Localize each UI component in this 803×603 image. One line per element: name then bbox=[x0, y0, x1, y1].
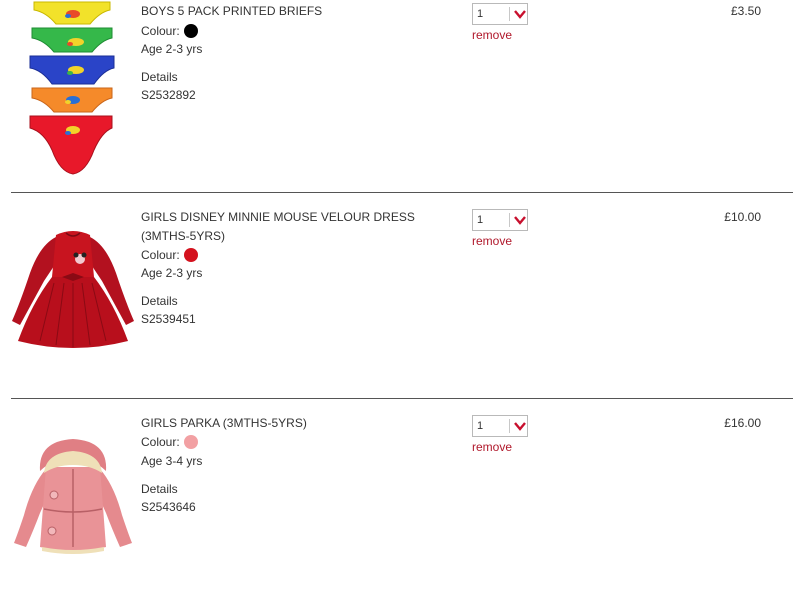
item-price: £3.50 bbox=[730, 4, 761, 18]
colour-line: Colour: bbox=[141, 246, 198, 264]
colour-label: Colour: bbox=[141, 435, 180, 449]
select-separator bbox=[509, 213, 510, 227]
colour-swatch bbox=[183, 435, 198, 449]
details-label: Details bbox=[141, 294, 178, 308]
product-image-parka[interactable] bbox=[10, 435, 136, 559]
colour-swatch bbox=[183, 24, 198, 38]
product-name[interactable]: GIRLS PARKA (3MTHS-5YRS) bbox=[141, 414, 451, 433]
quantity-value: 1 bbox=[477, 8, 484, 20]
details-label: Details bbox=[141, 70, 178, 84]
product-image-dress[interactable] bbox=[10, 223, 136, 353]
colour-label: Colour: bbox=[141, 248, 180, 262]
product-sku: S2539451 bbox=[141, 312, 196, 326]
product-sku: S2532892 bbox=[141, 88, 196, 102]
quantity-select[interactable]: 1 bbox=[472, 209, 528, 231]
age-line: Age 2-3 yrs bbox=[141, 266, 203, 280]
product-sku: S2543646 bbox=[141, 500, 196, 514]
basket-item: GIRLS DISNEY MINNIE MOUSE VELOUR DRESS (… bbox=[0, 193, 803, 398]
remove-link[interactable]: remove bbox=[472, 28, 512, 42]
quantity-select[interactable]: 1 bbox=[472, 3, 528, 25]
age-line: Age 3-4 yrs bbox=[141, 454, 203, 468]
product-name[interactable]: GIRLS DISNEY MINNIE MOUSE VELOUR DRESS (… bbox=[141, 208, 451, 246]
chevron-down-icon bbox=[514, 422, 526, 431]
details-label: Details bbox=[141, 482, 178, 496]
product-image-briefs[interactable] bbox=[10, 0, 136, 180]
product-name[interactable]: BOYS 5 PACK PRINTED BRIEFS bbox=[141, 2, 451, 21]
chevron-down-icon bbox=[514, 10, 526, 19]
item-price: £16.00 bbox=[724, 416, 761, 430]
colour-label: Colour: bbox=[141, 24, 180, 38]
basket-item: BOYS 5 PACK PRINTED BRIEFS Colour: Age 2… bbox=[0, 0, 803, 192]
quantity-value: 1 bbox=[477, 420, 484, 432]
colour-swatch bbox=[183, 248, 198, 262]
remove-link[interactable]: remove bbox=[472, 440, 512, 454]
age-line: Age 2-3 yrs bbox=[141, 42, 203, 56]
item-price: £10.00 bbox=[724, 210, 761, 224]
quantity-value: 1 bbox=[477, 214, 484, 226]
quantity-select[interactable]: 1 bbox=[472, 415, 528, 437]
select-separator bbox=[509, 419, 510, 433]
basket-item: GIRLS PARKA (3MTHS-5YRS) Colour: Age 3-4… bbox=[0, 399, 803, 603]
colour-line: Colour: bbox=[141, 22, 198, 40]
chevron-down-icon bbox=[514, 216, 526, 225]
colour-line: Colour: bbox=[141, 433, 198, 451]
remove-link[interactable]: remove bbox=[472, 234, 512, 248]
select-separator bbox=[509, 7, 510, 21]
